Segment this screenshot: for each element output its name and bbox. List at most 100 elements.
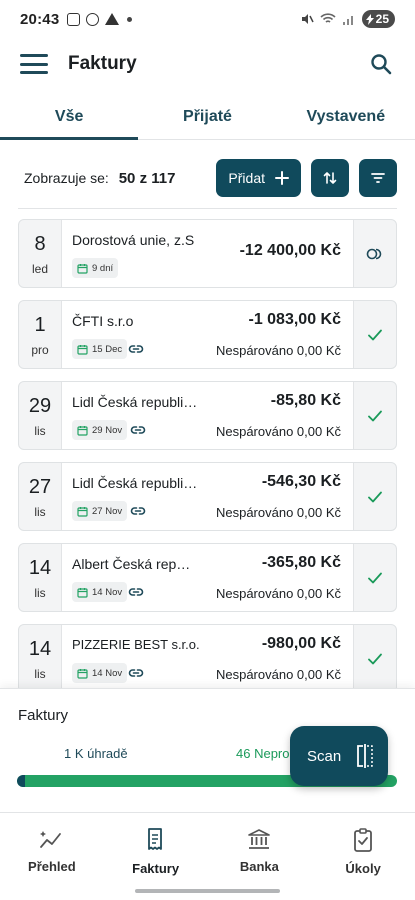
nav-label-overview: Přehled	[28, 859, 76, 874]
invoice-day: 8	[34, 232, 46, 255]
invoice-day: 1	[34, 313, 46, 336]
invoice-month: lis	[34, 666, 46, 681]
due-chip: 9 dní	[72, 258, 119, 278]
bank-icon	[248, 829, 271, 849]
invoice-card[interactable]: 8 led Dorostová unie, z.S -12 400,00 Kč …	[18, 219, 397, 288]
invoice-date: 1 pro	[19, 301, 61, 368]
showing-count: 50 z 117	[118, 169, 176, 187]
invoice-details: Dorostová unie, z.S -12 400,00 Kč 9 dní	[61, 220, 354, 287]
filter-button[interactable]	[359, 159, 397, 197]
nav-item-invoices[interactable]: Faktury	[104, 813, 208, 900]
invoice-details: ČFTI s.r.o -1 083,00 Kč 15 Dec Nespárová…	[61, 301, 354, 368]
calendar-icon	[77, 425, 88, 436]
notification-icons	[67, 12, 120, 26]
tab-all-label: Vše	[54, 107, 84, 125]
invoice-tabs: Vše Přijaté Vystavené	[0, 94, 415, 140]
battery-indicator: 25	[361, 10, 395, 28]
invoice-icon	[147, 828, 162, 850]
date-chip: 14 Nov	[72, 663, 128, 683]
invoice-amount: -546,30 Kč	[261, 473, 341, 490]
due-chip-text: 9 dní	[92, 262, 114, 274]
search-icon[interactable]	[367, 50, 395, 78]
bottom-navigation: Přehled Faktury Banka Úkoly	[0, 812, 415, 900]
check-icon	[368, 491, 382, 502]
unpaid-progress-fill	[17, 775, 25, 787]
invoice-day: 29	[28, 394, 52, 417]
invoice-month: led	[31, 261, 48, 276]
status-time: 20:43	[20, 10, 60, 28]
invoice-day: 27	[28, 475, 52, 498]
invoice-date: 8 led	[19, 220, 61, 287]
invoice-details: Lidl Česká republi… -546,30 Kč 27 Nov Ne…	[61, 463, 354, 530]
invoice-list: 8 led Dorostová unie, z.S -12 400,00 Kč …	[18, 219, 397, 705]
nav-item-bank[interactable]: Banka	[208, 813, 312, 900]
date-chip: 29 Nov	[72, 420, 128, 440]
calendar-icon	[77, 263, 88, 274]
invoice-vendor: PIZZERIE BEST s.r.o.	[72, 637, 200, 652]
invoice-day: 14	[28, 637, 52, 660]
invoice-card[interactable]: 29 lis Lidl Česká republi… -85,80 Kč 29 …	[18, 381, 397, 450]
invoice-card[interactable]: 27 lis Lidl Česká republi… -546,30 Kč 27…	[18, 462, 397, 531]
match-status: Nespárováno 0,00 Kč	[215, 667, 341, 682]
calendar-icon	[77, 668, 88, 679]
wifi-icon	[320, 13, 336, 23]
invoice-vendor: Dorostová unie, z.S	[72, 232, 195, 248]
date-chip-text: 14 Nov	[92, 667, 123, 679]
invoice-vendor: ČFTI s.r.o	[72, 313, 134, 329]
menu-icon[interactable]	[20, 54, 48, 74]
invoice-amount: -980,00 Kč	[261, 635, 341, 652]
link-icon	[128, 669, 144, 677]
link-icon	[130, 507, 146, 515]
match-status: Nespárováno 0,00 Kč	[215, 424, 341, 439]
drive-notification-icon	[105, 13, 120, 25]
invoice-month: lis	[34, 504, 46, 519]
calendar-icon	[77, 506, 88, 517]
invoice-status-cell	[354, 382, 396, 449]
check-icon	[368, 653, 382, 664]
pending-icon	[366, 248, 382, 259]
sort-button[interactable]	[311, 159, 349, 197]
tab-all[interactable]: Vše	[0, 94, 139, 140]
signal-icon	[342, 16, 353, 25]
tab-received[interactable]: Přijaté	[138, 94, 276, 139]
home-indicator	[135, 889, 280, 893]
invoice-month: pro	[31, 342, 49, 357]
invoice-details: Lidl Česká republi… -85,80 Kč 29 Nov Nes…	[61, 382, 354, 449]
status-bar: 20:43 25	[0, 0, 415, 38]
filter-icon	[371, 173, 385, 183]
invoice-date: 27 lis	[19, 463, 61, 530]
summary-title: Faktury	[18, 707, 69, 724]
nav-item-overview[interactable]: Přehled	[0, 813, 104, 900]
date-chip: 14 Nov	[72, 582, 128, 602]
invoice-month: lis	[34, 585, 46, 600]
invoice-amount: -85,80 Kč	[270, 392, 341, 409]
battery-level: 25	[375, 12, 389, 26]
nav-item-tasks[interactable]: Úkoly	[311, 813, 415, 900]
system-icons: 25	[300, 10, 395, 28]
invoice-card[interactable]: 1 pro ČFTI s.r.o -1 083,00 Kč 15 Dec Nes…	[18, 300, 397, 369]
link-icon	[128, 588, 144, 596]
invoice-details: PIZZERIE BEST s.r.o. -980,00 Kč 14 Nov N…	[61, 625, 354, 692]
link-icon	[128, 345, 144, 353]
add-invoice-button[interactable]: Přidat	[216, 159, 301, 197]
scan-button[interactable]: Scan	[290, 726, 388, 786]
unpaid-legend: 1 K úhradě	[64, 746, 128, 761]
showing-info: Zobrazuje se: 50 z 117	[24, 170, 175, 187]
scan-button-label: Scan	[307, 747, 342, 765]
date-chip: 27 Nov	[72, 501, 128, 521]
invoice-date: 14 lis	[19, 544, 61, 611]
calendar-icon	[77, 344, 88, 355]
tab-issued[interactable]: Vystavené	[277, 94, 415, 139]
date-chip-text: 27 Nov	[92, 505, 123, 517]
link-icon	[130, 426, 146, 434]
invoice-date: 14 lis	[19, 625, 61, 692]
invoice-vendor: Lidl Česká republi…	[72, 394, 198, 410]
nav-label-tasks: Úkoly	[345, 861, 381, 876]
trend-icon	[39, 831, 61, 848]
invoice-card[interactable]: 14 lis PIZZERIE BEST s.r.o. -980,00 Kč 1…	[18, 624, 397, 693]
date-chip: 15 Dec	[72, 339, 128, 359]
sort-icon	[323, 172, 337, 184]
date-chip-text: 14 Nov	[92, 586, 123, 598]
invoice-card[interactable]: 14 lis Albert Česká rep… -365,80 Kč 14 N…	[18, 543, 397, 612]
invoice-status-cell	[354, 463, 396, 530]
